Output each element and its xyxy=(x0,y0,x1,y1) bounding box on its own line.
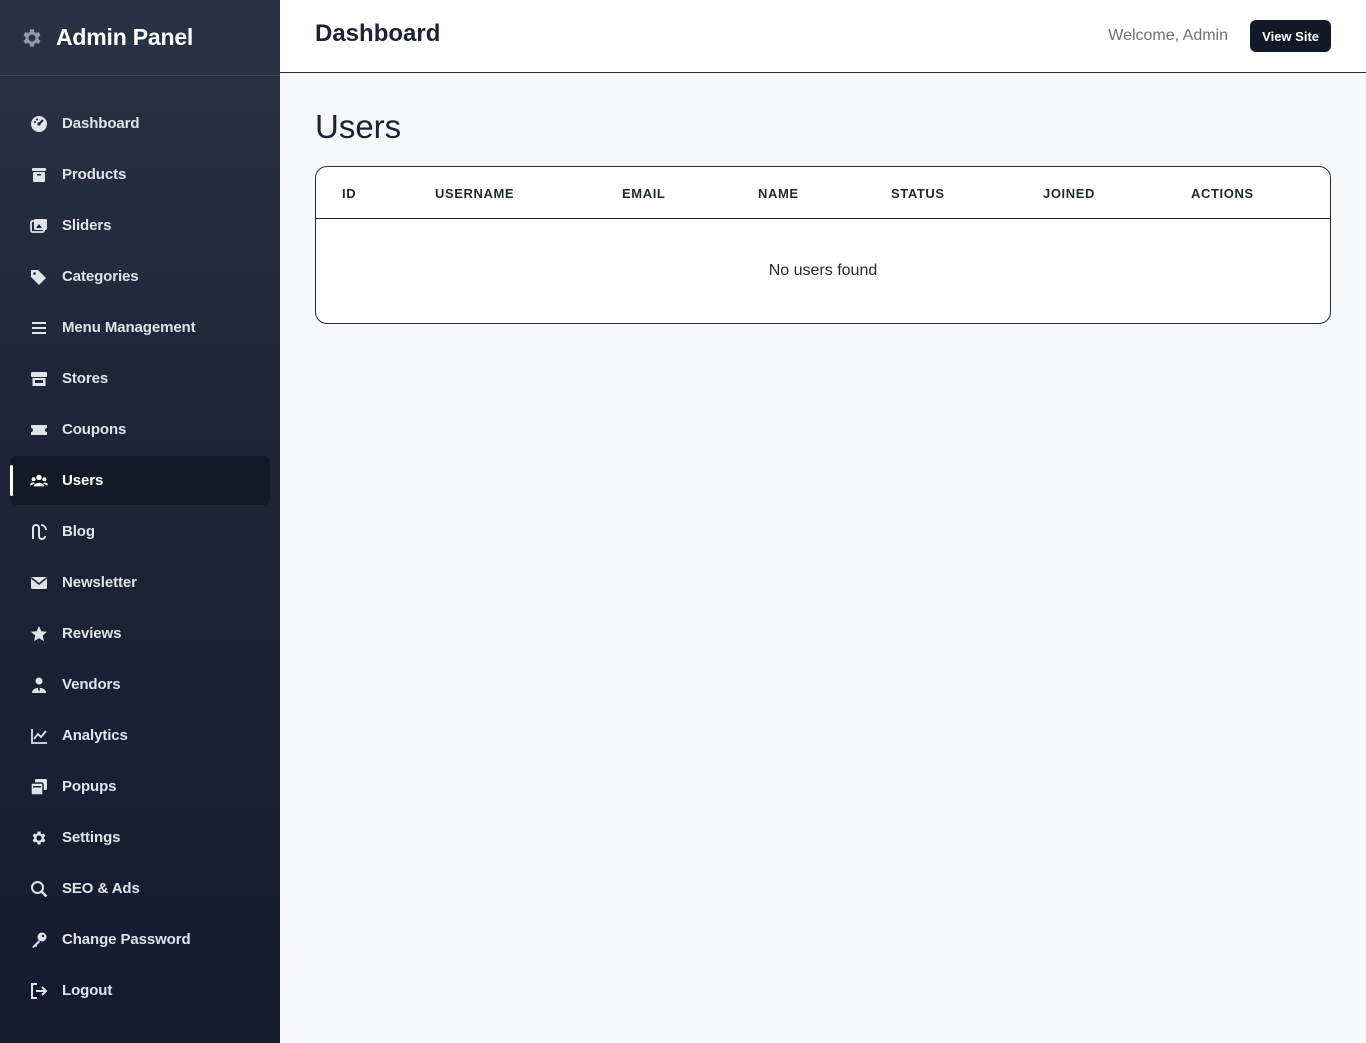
sidebar-item-label: Reviews xyxy=(62,625,122,642)
brand: Admin Panel xyxy=(0,0,280,76)
column-header-id[interactable]: ID xyxy=(342,186,356,201)
sidebar-item-label: Menu Management xyxy=(62,319,196,336)
sidebar-item-label: Popups xyxy=(62,778,117,795)
user-tie-icon xyxy=(30,676,48,694)
sidebar-item-blog[interactable]: Blog xyxy=(0,506,280,557)
blog-icon xyxy=(30,523,48,541)
sidebar-item-categories[interactable]: Categories xyxy=(0,251,280,302)
sidebar-item-change-password[interactable]: Change Password xyxy=(0,914,280,965)
sidebar-item-seo-ads[interactable]: SEO & Ads xyxy=(0,863,280,914)
sidebar-item-sliders[interactable]: Sliders xyxy=(0,200,280,251)
sidebar-item-newsletter[interactable]: Newsletter xyxy=(0,557,280,608)
welcome-text: Welcome, Admin xyxy=(1108,27,1228,44)
bars-icon xyxy=(30,319,48,337)
sidebar: Admin Panel Dashboard Products Sliders C… xyxy=(0,0,280,1043)
brand-title: Admin Panel xyxy=(56,24,194,50)
sidebar-item-settings[interactable]: Settings xyxy=(0,812,280,863)
sidebar-nav: Dashboard Products Sliders Categories Me… xyxy=(0,76,280,1016)
sidebar-item-label: Blog xyxy=(62,523,95,540)
table-header: ID USERNAME EMAIL NAME STATUS JOINED ACT… xyxy=(316,167,1330,219)
store-icon xyxy=(30,370,48,388)
sidebar-item-popups[interactable]: Popups xyxy=(0,761,280,812)
sidebar-item-products[interactable]: Products xyxy=(0,149,280,200)
topbar: Dashboard Welcome, Admin View Site xyxy=(280,0,1366,73)
star-icon xyxy=(30,625,48,643)
column-header-actions: ACTIONS xyxy=(1191,186,1254,201)
sidebar-item-menu-management[interactable]: Menu Management xyxy=(0,302,280,353)
sidebar-item-stores[interactable]: Stores xyxy=(0,353,280,404)
main-content: Users ID USERNAME EMAIL NAME STATUS JOIN… xyxy=(280,73,1366,1043)
key-icon xyxy=(30,931,48,949)
sidebar-item-coupons[interactable]: Coupons xyxy=(0,404,280,455)
sidebar-item-analytics[interactable]: Analytics xyxy=(0,710,280,761)
page-title: Users xyxy=(315,108,402,145)
sidebar-item-label: Stores xyxy=(62,370,109,387)
tags-icon xyxy=(30,268,48,286)
sidebar-item-dashboard[interactable]: Dashboard xyxy=(0,98,280,149)
envelope-icon xyxy=(30,574,48,592)
sidebar-item-logout[interactable]: Logout xyxy=(0,965,280,1016)
sidebar-item-users[interactable]: Users xyxy=(0,455,280,506)
view-site-button[interactable]: View Site xyxy=(1250,20,1331,52)
box-icon xyxy=(30,166,48,184)
logout-icon xyxy=(30,982,48,1000)
sidebar-item-label: Sliders xyxy=(62,217,112,234)
column-header-status[interactable]: STATUS xyxy=(891,186,945,201)
sidebar-item-label: Products xyxy=(62,166,127,183)
users-icon xyxy=(30,472,48,490)
column-header-name[interactable]: NAME xyxy=(758,186,799,201)
sidebar-item-label: Vendors xyxy=(62,676,121,693)
window-icon xyxy=(30,778,48,796)
sidebar-item-reviews[interactable]: Reviews xyxy=(0,608,280,659)
column-header-joined[interactable]: JOINED xyxy=(1043,186,1095,201)
sidebar-item-vendors[interactable]: Vendors xyxy=(0,659,280,710)
images-icon xyxy=(30,217,48,235)
sidebar-item-label: Dashboard xyxy=(62,115,140,132)
ticket-icon xyxy=(30,421,48,439)
sidebar-item-label: Settings xyxy=(62,829,121,846)
gear-icon xyxy=(20,26,44,50)
empty-state-message: No users found xyxy=(768,262,878,279)
sidebar-item-label: Users xyxy=(62,472,104,489)
sidebar-item-label: Categories xyxy=(62,268,139,285)
sidebar-item-label: Analytics xyxy=(62,727,128,744)
column-header-email[interactable]: EMAIL xyxy=(622,186,665,201)
dashboard-icon xyxy=(30,115,48,133)
sidebar-item-label: SEO & Ads xyxy=(62,880,140,897)
search-icon xyxy=(30,880,48,898)
users-table: ID USERNAME EMAIL NAME STATUS JOINED ACT… xyxy=(315,166,1331,324)
page-header-title: Dashboard xyxy=(315,20,441,47)
gear-icon xyxy=(30,829,48,847)
sidebar-item-label: Logout xyxy=(62,982,113,999)
chart-line-icon xyxy=(30,727,48,745)
sidebar-item-label: Coupons xyxy=(62,421,127,438)
sidebar-item-label: Newsletter xyxy=(62,574,137,591)
column-header-username[interactable]: USERNAME xyxy=(435,186,514,201)
sidebar-item-label: Change Password xyxy=(62,931,191,948)
